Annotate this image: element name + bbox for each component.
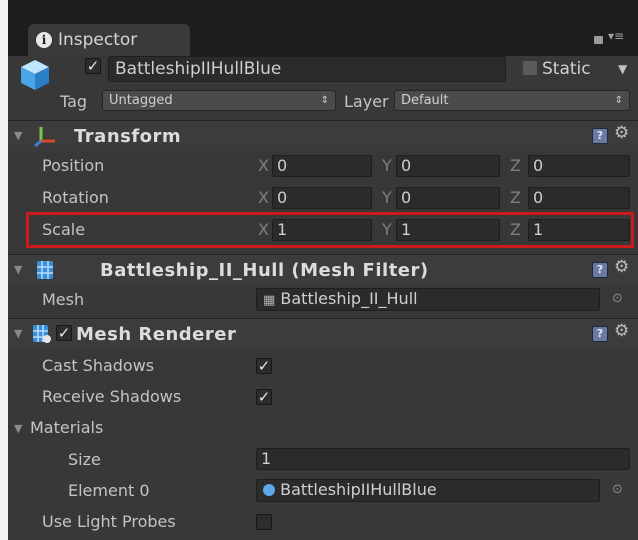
static-checkbox[interactable] <box>522 60 538 76</box>
mesh-renderer-icon <box>33 325 51 343</box>
cast-shadows-label: Cast Shadows <box>42 356 155 375</box>
rotation-z-field[interactable]: 0 <box>528 187 630 209</box>
gear-icon[interactable]: ⚙ <box>614 123 629 143</box>
tab-inspector[interactable]: i Inspector <box>28 24 190 56</box>
mesh-grid-icon: ▦ <box>263 293 276 308</box>
mesh-renderer-enabled-checkbox[interactable]: ✓ <box>56 325 72 341</box>
lock-icon[interactable] <box>594 36 603 44</box>
layer-dropdown-arrow-icon: ⇕ <box>614 95 623 106</box>
element0-material-field[interactable]: BattleshipIIHullBlue <box>256 479 600 502</box>
position-label: Position <box>42 156 105 175</box>
size-label: Size <box>68 450 101 469</box>
foldout-arrow-icon[interactable]: ▼ <box>14 263 22 276</box>
material-sphere-icon <box>263 484 275 496</box>
static-label: Static <box>542 59 591 79</box>
mesh-renderer-title: Mesh Renderer <box>76 324 237 345</box>
transform-header[interactable]: ▼ Transform ? ⚙ <box>8 121 638 151</box>
help-icon[interactable]: ? <box>592 128 608 144</box>
tab-bar: i Inspector ▾≡ <box>8 0 638 56</box>
tab-menu-icon[interactable]: ▾≡ <box>608 30 624 42</box>
position-y-field[interactable]: 0 <box>396 155 500 177</box>
tab-label: Inspector <box>58 30 138 50</box>
mesh-renderer-header[interactable]: ▼ ✓ Mesh Renderer ? ⚙ <box>8 319 638 349</box>
axis-x-label: X <box>258 156 269 175</box>
receive-shadows-label: Receive Shadows <box>42 387 182 406</box>
mesh-filter-header[interactable]: ▼ Battleship_II_Hull (Mesh Filter) ? ⚙ <box>8 255 638 285</box>
mesh-filter-icon <box>37 261 53 279</box>
axis-y-label: Y <box>382 156 392 175</box>
rotation-label: Rotation <box>42 188 109 207</box>
receive-shadows-checkbox[interactable]: ✓ <box>256 389 272 405</box>
mesh-label: Mesh <box>42 290 85 309</box>
axis-y-label: Y <box>382 188 392 207</box>
cast-shadows-checkbox[interactable]: ✓ <box>256 358 272 374</box>
materials-foldout-icon[interactable]: ▼ <box>14 422 22 435</box>
object-name-field[interactable]: BattleshipIIHullBlue <box>108 56 506 82</box>
materials-size-field[interactable]: 1 <box>256 448 630 470</box>
axis-x-label: X <box>258 188 269 207</box>
transform-axes-icon <box>34 127 55 147</box>
rotation-y-field[interactable]: 0 <box>396 187 500 209</box>
light-probes-checkbox[interactable] <box>256 514 272 530</box>
gear-icon[interactable]: ⚙ <box>614 257 629 277</box>
tag-dropdown[interactable]: Untagged ⇕ <box>102 90 336 111</box>
foldout-arrow-icon[interactable]: ▼ <box>14 327 22 340</box>
axis-z-label: Z <box>510 188 521 207</box>
axis-x-label: X <box>258 220 269 239</box>
gameobject-cube-icon <box>21 60 49 90</box>
transform-title: Transform <box>74 126 182 147</box>
axis-z-label: Z <box>510 156 521 175</box>
gear-icon[interactable]: ⚙ <box>614 321 629 341</box>
help-icon[interactable]: ? <box>592 326 608 342</box>
mesh-filter-title: Battleship_II_Hull (Mesh Filter) <box>100 260 429 281</box>
object-picker-icon[interactable]: ⊙ <box>612 291 623 306</box>
axis-z-label: Z <box>510 220 521 239</box>
element0-label: Element 0 <box>68 481 150 500</box>
help-icon[interactable]: ? <box>592 262 608 278</box>
active-checkbox[interactable]: ✓ <box>85 58 101 74</box>
static-dropdown-icon[interactable]: ▼ <box>618 62 627 76</box>
axis-y-label: Y <box>382 220 392 239</box>
position-z-field[interactable]: 0 <box>528 155 630 177</box>
rotation-x-field[interactable]: 0 <box>272 187 372 209</box>
scale-z-field[interactable]: 1 <box>528 219 630 241</box>
foldout-arrow-icon[interactable]: ▼ <box>14 129 22 142</box>
scale-label: Scale <box>42 220 86 239</box>
info-icon: i <box>36 32 52 48</box>
position-x-field[interactable]: 0 <box>272 155 372 177</box>
tag-label: Tag <box>60 92 88 111</box>
materials-label[interactable]: Materials <box>30 418 103 437</box>
tag-dropdown-arrow-icon: ⇕ <box>320 95 329 106</box>
mesh-object-field[interactable]: ▦ Battleship_II_Hull <box>256 288 600 311</box>
scale-y-field[interactable]: 1 <box>396 219 500 241</box>
inspector-panel: i Inspector ▾≡ ✓ BattleshipIIHullBlue St… <box>8 0 638 540</box>
light-probes-label: Use Light Probes <box>42 512 176 531</box>
object-picker-icon[interactable]: ⊙ <box>612 482 623 497</box>
scale-x-field[interactable]: 1 <box>272 219 372 241</box>
layer-label: Layer <box>344 92 389 111</box>
layer-dropdown[interactable]: Default ⇕ <box>394 90 630 111</box>
